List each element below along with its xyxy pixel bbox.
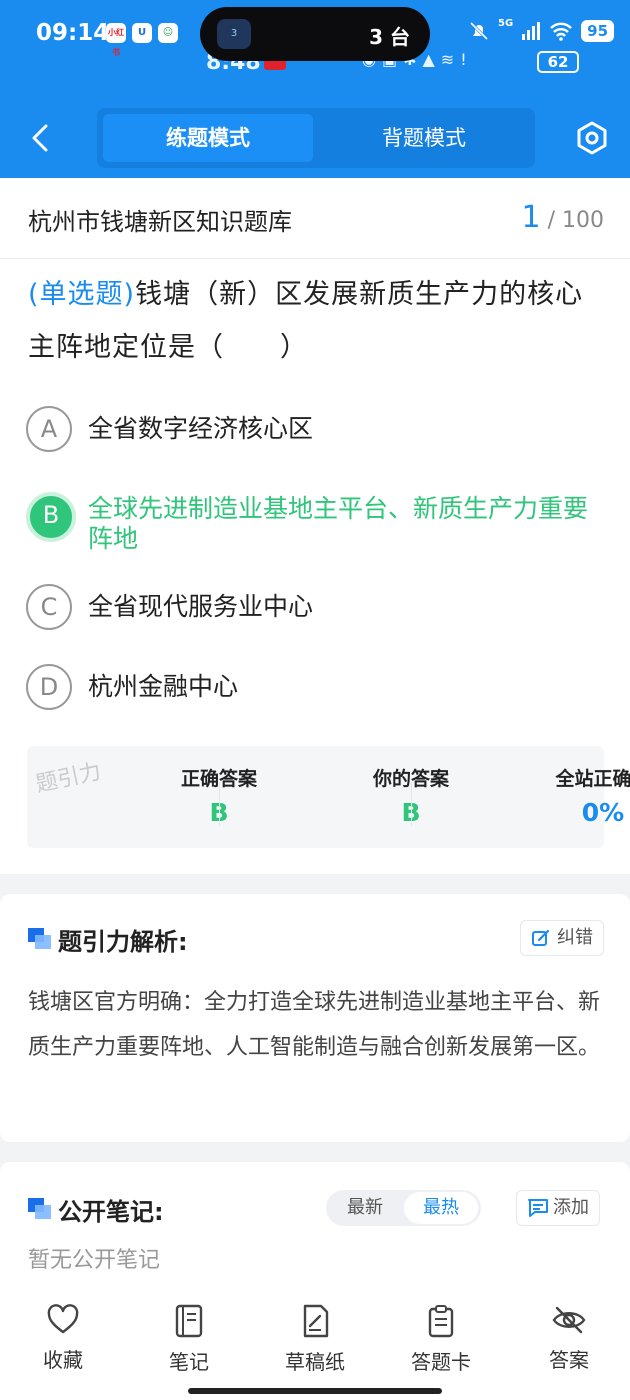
nav-answer-sheet-label: 答题卡 — [411, 1350, 471, 1374]
status-time: 09:14 — [36, 20, 110, 46]
site-accuracy: 全站正确率 0% — [411, 746, 630, 848]
nav-draft-paper-label: 草稿纸 — [285, 1350, 345, 1374]
wifi-icon — [550, 22, 573, 41]
option-d[interactable]: D 杭州金融中心 — [26, 664, 606, 710]
nav-show-answer-label: 答案 — [549, 1348, 589, 1372]
heart-icon — [47, 1304, 79, 1334]
analysis-title: 题引力解析: — [58, 928, 188, 956]
back-button[interactable] — [24, 120, 56, 156]
answer-summary: 题引力 正确答案 B 你的答案 B 全站正确率 0% — [27, 746, 630, 848]
nav-show-answer[interactable]: 答案 — [524, 1304, 614, 1373]
add-note-label: 添加 — [553, 1197, 589, 1218]
site-accuracy-value: 0% — [581, 798, 625, 827]
option-b[interactable]: B 全球先进制造业基地主平台、新质生产力重要阵地 — [26, 492, 606, 554]
broadcast-icon: 3 — [217, 19, 251, 49]
add-note-button[interactable]: 添加 — [516, 1190, 600, 1226]
tab-memorize-mode[interactable]: 背题模式 — [319, 114, 529, 162]
option-letter: A — [26, 406, 72, 452]
nav-notes-label: 笔记 — [169, 1350, 209, 1374]
u-app-icon: U — [132, 23, 152, 43]
current-question-number: 1 — [521, 200, 541, 235]
site-accuracy-label: 全站正确率 — [555, 768, 630, 790]
option-text: 杭州金融中心 — [88, 672, 239, 701]
notification-icons: 小红书 U ☺ — [106, 23, 178, 57]
sort-newest[interactable]: 最新 — [328, 1192, 402, 1224]
option-c[interactable]: C 全省现代服务业中心 — [26, 584, 606, 630]
signal-bars-icon — [522, 22, 541, 40]
option-text: 全省数字经济核心区 — [88, 414, 314, 443]
option-text: 全省现代服务业中心 — [88, 592, 314, 621]
section-icon — [28, 1198, 52, 1220]
settings-hexagon-icon — [577, 121, 607, 155]
status-bar: 09:14 小红书 U ☺ 8:48 ◉▣✱▲≋! 62 3 3 台 5G 95 — [0, 0, 630, 75]
option-a[interactable]: A 全省数字经济核心区 — [26, 406, 606, 452]
option-letter: D — [26, 664, 72, 710]
question-card: 杭州市钱塘新区知识题库 1 / 100 (单选题)钱塘（新）区发展新质生产力的核… — [0, 178, 630, 874]
settings-button[interactable] — [574, 120, 610, 156]
signal-icon: 5G — [498, 17, 514, 29]
clipboard-icon — [428, 1305, 454, 1338]
status-icons: 5G 95 — [468, 17, 615, 42]
nav-draft-paper[interactable]: 草稿纸 — [270, 1304, 360, 1375]
notebook-icon — [175, 1304, 203, 1338]
chat-icon: ☺ — [158, 23, 178, 43]
xiaohongshu-icon: 小红书 — [106, 23, 126, 57]
comment-icon — [528, 1199, 548, 1217]
tab-practice-mode[interactable]: 练题模式 — [103, 114, 313, 162]
island-text: 3 台 — [369, 25, 410, 49]
nav-favorite[interactable]: 收藏 — [18, 1304, 108, 1373]
question-type-label: (单选题) — [28, 279, 136, 310]
app-header: 09:14 小红书 U ☺ 8:48 ◉▣✱▲≋! 62 3 3 台 5G 95… — [0, 0, 630, 178]
nav-notes[interactable]: 笔记 — [144, 1304, 234, 1375]
question-stem: (单选题)钱塘（新）区发展新质生产力的核心主阵地定位是（ ） — [28, 268, 608, 374]
question-counter: 1 / 100 — [522, 200, 605, 235]
analysis-card: 题引力解析: 纠错 钱塘区官方明确：全力打造全球先进制造业基地主平台、新质生产力… — [0, 894, 630, 1142]
option-text: 全球先进制造业基地主平台、新质生产力重要阵地 — [88, 494, 589, 553]
report-error-button[interactable]: 纠错 — [520, 920, 604, 956]
question-bank-title: 杭州市钱塘新区知识题库 — [28, 208, 292, 236]
correct-answer: 正确答案 B — [27, 746, 257, 848]
home-indicator[interactable] — [188, 1388, 442, 1394]
empty-notes-text: 暂无公开笔记 — [28, 1248, 161, 1273]
total-questions: / 100 — [547, 208, 604, 233]
ghost-battery: 62 — [537, 51, 579, 73]
nav-favorite-label: 收藏 — [43, 1348, 83, 1372]
notes-sort-switch: 最新 最热 — [326, 1190, 481, 1226]
report-error-label: 纠错 — [557, 927, 593, 948]
sort-hottest[interactable]: 最热 — [404, 1192, 478, 1224]
draft-edit-icon — [303, 1304, 329, 1338]
bottom-nav: 收藏 笔记 草稿纸 答题卡 答案 — [0, 1290, 630, 1400]
eye-off-icon — [552, 1306, 586, 1334]
notes-title: 公开笔记: — [58, 1198, 164, 1226]
edit-icon — [532, 929, 550, 946]
chevron-left-icon — [32, 124, 48, 152]
dynamic-island[interactable]: 3 3 台 — [200, 7, 430, 61]
your-answer: 你的答案 B — [219, 746, 449, 848]
analysis-text: 钱塘区官方明确：全力打造全球先进制造业基地主平台、新质生产力重要阵地、人工智能制… — [28, 990, 601, 1060]
option-letter: C — [26, 584, 72, 630]
divider — [0, 258, 630, 259]
notes-card: 公开笔记: 最新 最热 添加 暂无公开笔记 — [0, 1162, 630, 1302]
mode-switch: 练题模式 背题模式 — [97, 108, 535, 168]
option-letter: B — [26, 492, 76, 542]
section-icon — [28, 928, 52, 950]
mute-bell-icon — [469, 21, 489, 41]
nav-answer-sheet[interactable]: 答题卡 — [396, 1304, 486, 1375]
battery-indicator: 95 — [581, 20, 615, 42]
